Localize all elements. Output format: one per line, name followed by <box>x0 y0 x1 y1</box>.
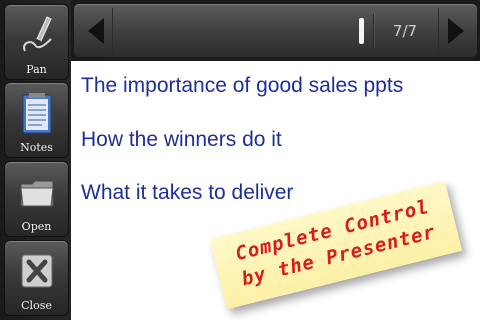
slide-bullet: The importance of good sales ppts <box>81 74 404 97</box>
notes-button[interactable]: Notes <box>4 82 69 158</box>
slide-bullet: How the winners do it <box>81 128 282 151</box>
open-button[interactable]: Open <box>4 161 69 237</box>
folder-icon <box>5 168 68 216</box>
close-button[interactable]: Close <box>4 240 69 316</box>
open-label: Open <box>21 220 52 233</box>
toolbar-panel: 7/7 <box>74 4 477 57</box>
page-indicator: 7/7 <box>392 22 418 40</box>
top-toolbar: 7/7 <box>71 0 480 61</box>
slide-position-knob[interactable] <box>359 18 364 44</box>
triangle-left-icon <box>87 17 104 44</box>
slide-canvas[interactable]: The importance of good sales ppts How th… <box>71 61 480 320</box>
next-slide-button[interactable] <box>438 8 472 53</box>
previous-slide-button[interactable] <box>79 8 113 53</box>
toolbar-divider <box>373 14 374 47</box>
slide-bullet: What it takes to deliver <box>81 181 294 204</box>
pan-label: Pan <box>26 63 47 76</box>
notes-label: Notes <box>20 141 53 154</box>
triangle-right-icon <box>447 17 464 44</box>
sidebar: Pan Notes Open Close <box>0 0 71 320</box>
pen-icon <box>5 11 68 59</box>
pan-button[interactable]: Pan <box>4 4 69 80</box>
close-label: Close <box>21 299 52 312</box>
close-icon <box>5 247 68 295</box>
notepad-icon <box>5 89 68 137</box>
